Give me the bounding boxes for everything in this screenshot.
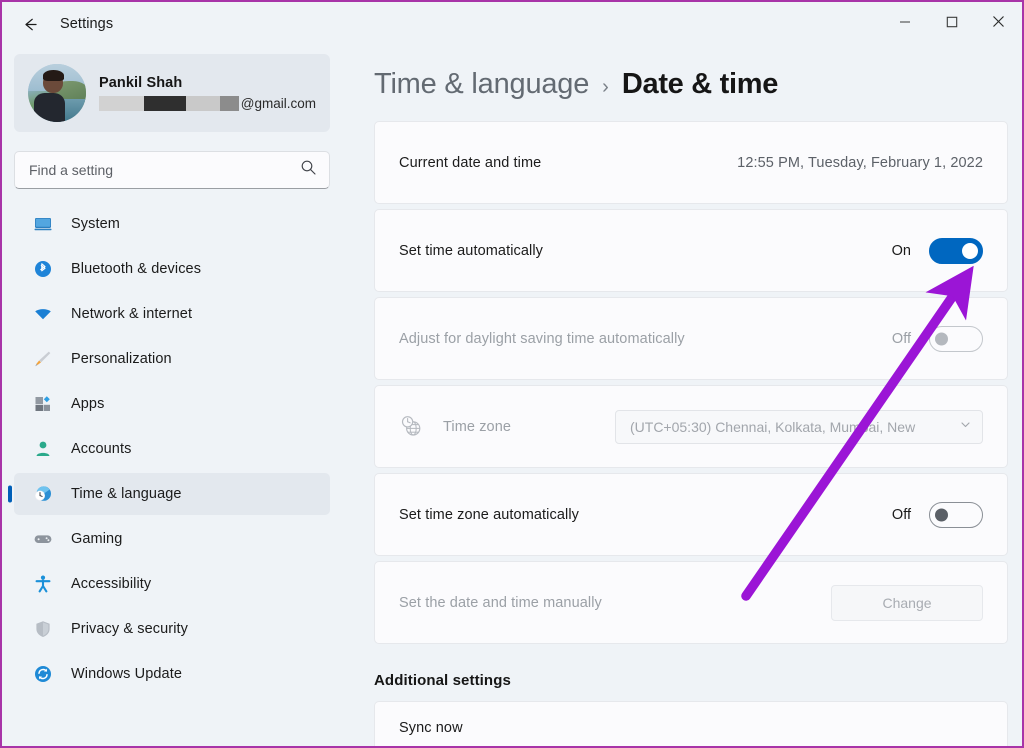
account-email-domain: @gmail.com	[241, 96, 316, 111]
set-time-zone-automatically-row[interactable]: Set time zone automatically Off	[374, 473, 1008, 556]
sidebar-item-label: Network & internet	[71, 306, 192, 322]
sidebar-item-accounts[interactable]: Accounts	[14, 428, 330, 470]
title-bar: Settings	[2, 2, 1022, 46]
account-card[interactable]: Pankil Shah @gmail.com	[14, 54, 330, 132]
sidebar-item-system[interactable]: System	[14, 203, 330, 245]
chevron-down-icon	[959, 418, 972, 436]
breadcrumb-parent[interactable]: Time & language	[374, 68, 589, 101]
sidebar-item-label: Personalization	[71, 351, 172, 367]
set-manually-row: Set the date and time manually Change	[374, 561, 1008, 644]
window-title: Settings	[60, 16, 113, 32]
sidebar-item-personalization[interactable]: Personalization	[14, 338, 330, 380]
sidebar-item-label: Accounts	[71, 441, 131, 457]
set-time-zone-automatically-toggle[interactable]	[929, 502, 983, 528]
set-manually-label: Set the date and time manually	[399, 595, 602, 611]
maximize-icon	[946, 15, 958, 33]
sidebar-item-bluetooth-devices[interactable]: Bluetooth & devices	[14, 248, 330, 290]
back-arrow-icon	[21, 15, 40, 34]
maximize-button[interactable]	[928, 2, 975, 46]
time-zone-dropdown: (UTC+05:30) Chennai, Kolkata, Mumbai, Ne…	[615, 410, 983, 444]
sidebar-nav: System Bluetooth & devices Network	[2, 203, 342, 695]
refresh-icon	[32, 663, 54, 685]
close-button[interactable]	[975, 2, 1022, 46]
current-date-time-row: Current date and time 12:55 PM, Tuesday,…	[374, 121, 1008, 204]
set-time-zone-automatically-state: Off	[892, 507, 911, 523]
clock-globe-icon	[399, 415, 423, 439]
search-icon	[300, 159, 317, 181]
search-box[interactable]	[14, 151, 330, 189]
adjust-dst-state: Off	[892, 331, 911, 347]
current-date-time-label: Current date and time	[399, 155, 541, 171]
accessibility-icon	[32, 573, 54, 595]
sidebar-item-apps[interactable]: Apps	[14, 383, 330, 425]
adjust-dst-label: Adjust for daylight saving time automati…	[399, 331, 685, 347]
bluetooth-icon	[32, 258, 54, 280]
redaction-block	[144, 96, 186, 111]
sidebar-item-label: Bluetooth & devices	[71, 261, 201, 277]
sidebar-item-label: Privacy & security	[71, 621, 188, 637]
chevron-right-icon: ›	[602, 76, 609, 99]
time-zone-row: Time zone (UTC+05:30) Chennai, Kolkata, …	[374, 385, 1008, 468]
back-button[interactable]	[10, 8, 50, 40]
close-icon	[992, 15, 1005, 33]
adjust-dst-row: Adjust for daylight saving time automati…	[374, 297, 1008, 380]
set-time-automatically-label: Set time automatically	[399, 243, 543, 259]
sidebar-item-label: System	[71, 216, 120, 232]
set-time-automatically-state: On	[892, 243, 911, 259]
main-content: Time & language › Date & time Current da…	[342, 46, 1022, 748]
paintbrush-icon	[32, 348, 54, 370]
minimize-button[interactable]	[881, 2, 928, 46]
sidebar-item-gaming[interactable]: Gaming	[14, 518, 330, 560]
sidebar-item-label: Windows Update	[71, 666, 182, 682]
redaction-block	[99, 96, 144, 111]
adjust-dst-toggle	[929, 326, 983, 352]
redaction-block	[220, 96, 239, 111]
set-time-automatically-toggle[interactable]	[929, 238, 983, 264]
sidebar-item-windows-update[interactable]: Windows Update	[14, 653, 330, 695]
clock-globe-icon	[32, 483, 54, 505]
sync-now-row[interactable]: Sync now	[374, 701, 1008, 748]
sidebar-item-label: Gaming	[71, 531, 122, 547]
window-controls	[881, 2, 1022, 46]
sync-now-label: Sync now	[399, 720, 463, 736]
shield-icon	[32, 618, 54, 640]
additional-settings-heading: Additional settings	[374, 672, 1008, 689]
time-zone-value: (UTC+05:30) Chennai, Kolkata, Mumbai, Ne…	[630, 419, 951, 435]
page-title: Date & time	[622, 68, 778, 101]
redaction-block	[186, 96, 220, 111]
set-time-automatically-row[interactable]: Set time automatically On	[374, 209, 1008, 292]
person-icon	[32, 438, 54, 460]
wifi-icon	[32, 303, 54, 325]
account-name: Pankil Shah	[99, 75, 316, 91]
apps-icon	[32, 393, 54, 415]
sidebar-item-time-language[interactable]: Time & language	[14, 473, 330, 515]
search-input[interactable]	[29, 162, 300, 178]
sidebar-item-accessibility[interactable]: Accessibility	[14, 563, 330, 605]
set-time-zone-automatically-label: Set time zone automatically	[399, 507, 579, 523]
change-button: Change	[831, 585, 983, 621]
sidebar-item-network-internet[interactable]: Network & internet	[14, 293, 330, 335]
current-date-time-value: 12:55 PM, Tuesday, February 1, 2022	[737, 155, 983, 171]
sidebar-item-privacy-security[interactable]: Privacy & security	[14, 608, 330, 650]
time-zone-label: Time zone	[443, 419, 511, 435]
sidebar-item-label: Accessibility	[71, 576, 151, 592]
sidebar-item-label: Time & language	[71, 486, 182, 502]
account-email: @gmail.com	[99, 95, 316, 111]
user-avatar	[28, 64, 86, 122]
sidebar-item-label: Apps	[71, 396, 104, 412]
breadcrumb: Time & language › Date & time	[374, 46, 1008, 121]
settings-window: Settings	[0, 0, 1024, 748]
sidebar: Pankil Shah @gmail.com	[2, 46, 342, 748]
minimize-icon	[899, 15, 911, 33]
gamepad-icon	[32, 528, 54, 550]
monitor-icon	[32, 213, 54, 235]
